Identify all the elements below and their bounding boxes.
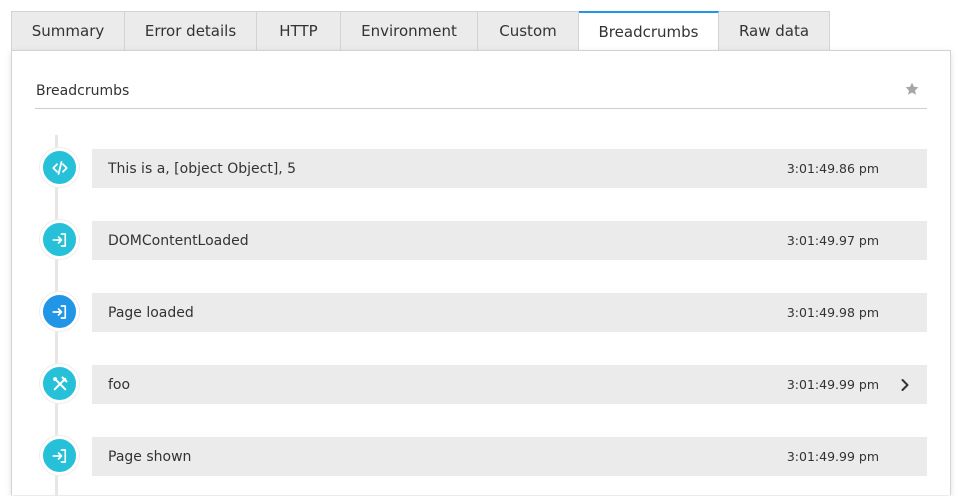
error-report-view: Summary Error details HTTP Environment C… [0, 0, 972, 496]
breadcrumb-time: 3:01:49.99 pm [786, 449, 879, 464]
tab-label: Raw data [738, 22, 810, 40]
tab-bar: Summary Error details HTTP Environment C… [11, 11, 830, 51]
panel-title: Breadcrumbs [36, 83, 130, 99]
breadcrumb-time: 3:01:49.86 pm [786, 161, 879, 176]
breadcrumb-label: DOMContentLoaded [108, 232, 249, 249]
tab-label: Summary [31, 22, 105, 40]
breadcrumbs-panel: Breadcrumbs This is a, [object Object], … [11, 50, 951, 496]
tab-summary[interactable]: Summary [11, 11, 125, 51]
tab-label: Environment [361, 22, 457, 40]
breadcrumb-label: This is a, [object Object], 5 [108, 160, 297, 177]
tab-label: Breadcrumbs [598, 22, 699, 41]
tab-custom[interactable]: Custom [478, 11, 579, 51]
breadcrumb-time: 3:01:49.99 pm [786, 377, 879, 392]
sign-in-icon [40, 220, 79, 259]
tab-raw-data[interactable]: Raw data [719, 11, 830, 51]
tools-icon [40, 364, 79, 403]
breadcrumb-row: This is a, [object Object], 5 3:01:49.86… [92, 149, 927, 188]
panel-header: Breadcrumbs [35, 78, 927, 109]
star-icon[interactable] [904, 81, 920, 97]
tab-error-details[interactable]: Error details [125, 11, 257, 51]
breadcrumb-row: Page loaded 3:01:49.98 pm [92, 293, 927, 332]
tab-environment[interactable]: Environment [341, 11, 478, 51]
tab-label: HTTP [279, 22, 318, 40]
tab-breadcrumbs[interactable]: Breadcrumbs [579, 11, 719, 51]
tab-label: Custom [499, 22, 557, 40]
breadcrumb-time: 3:01:49.98 pm [786, 305, 879, 320]
breadcrumb-label: Page loaded [108, 304, 194, 321]
breadcrumb-label: Page shown [108, 448, 192, 465]
breadcrumb-row-expandable[interactable]: foo 3:01:49.99 pm [92, 365, 927, 404]
sign-in-icon [40, 292, 79, 331]
tab-label: Error details [144, 22, 237, 40]
breadcrumb-label: foo [108, 376, 131, 393]
breadcrumb-row: Page shown 3:01:49.99 pm [92, 437, 927, 476]
sign-in-icon [40, 436, 79, 475]
code-icon [40, 148, 79, 187]
breadcrumb-row: DOMContentLoaded 3:01:49.97 pm [92, 221, 927, 260]
breadcrumb-time: 3:01:49.97 pm [786, 233, 879, 248]
chevron-right-icon[interactable] [900, 378, 910, 392]
tab-http[interactable]: HTTP [257, 11, 341, 51]
